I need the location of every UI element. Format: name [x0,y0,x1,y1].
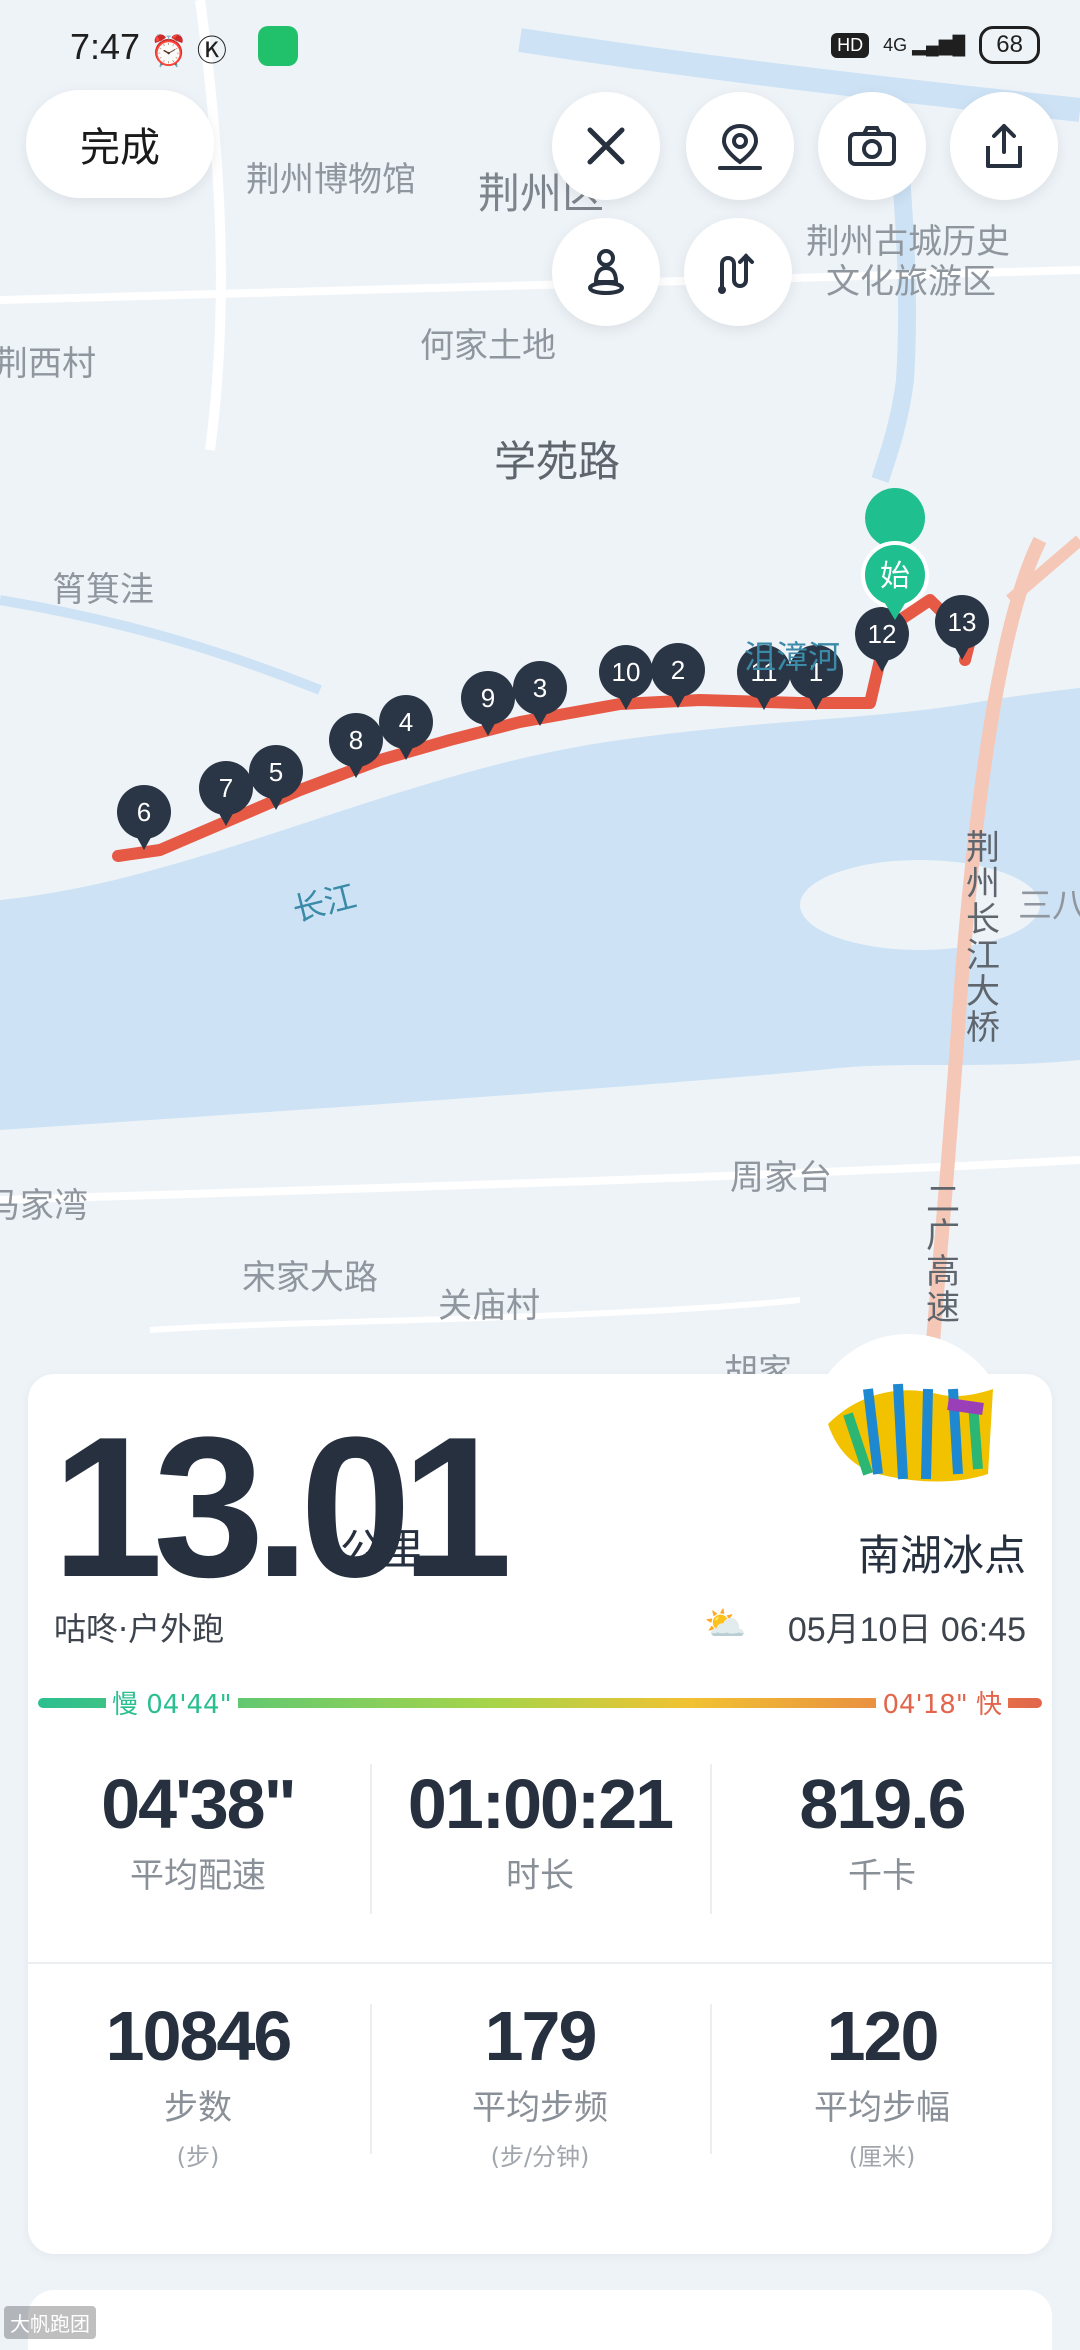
stat-avg-pace: 04'38" 平均配速 [28,1764,368,1897]
camera-button[interactable] [818,92,926,200]
person-icon [588,249,624,295]
location-pin-icon [718,123,762,170]
stat-label: 平均配速 [130,1856,266,1896]
map-label-xiyuan-road: 学苑路 [494,437,621,486]
km-marker-label: 13 [948,607,977,637]
stat-unit: (步) [176,2143,220,2171]
km-marker-label: 9 [481,683,495,713]
stat-label: 平均步幅 [814,2088,950,2128]
map-label-zhoujia: 周家台 [730,1158,832,1198]
distance-unit: 公里 [340,1525,425,1574]
close-button[interactable] [552,92,660,200]
weather-icon: ⛅ [704,1604,747,1644]
team-name: 南湖冰点 [857,1531,1026,1580]
share-button[interactable] [950,92,1058,200]
stat-value: 04'38" [101,1765,297,1843]
stat-cadence: 179 平均步频 (步/分钟) [370,1996,710,2172]
activity-datetime: 05月10日 06:45 [787,1611,1026,1649]
bottom-card-peek[interactable] [28,2290,1052,2350]
stat-value: 819.6 [799,1765,966,1843]
start-label: 始 [880,560,910,593]
route-icon [718,253,754,294]
km-marker-label: 5 [269,757,283,787]
km-marker-label: 4 [399,707,413,737]
status-bar: 7:47 ⏰ Ⓚ HD 4G ▂▄▆█ 68 [0,0,1080,90]
pace-slow-label: 慢 04'44" [106,1684,238,1721]
camera-icon [848,126,896,166]
km-marker-label: 12 [868,619,897,649]
person-view-button[interactable] [552,218,660,326]
map-label-kuangji: 筲箕洼 [52,570,154,610]
signal-icon: 4G ▂▄▆█ [883,34,966,55]
distance-value: 13.01 [52,1396,512,1619]
app-notification-icon [258,26,298,66]
summary-card: 13.01 公里 南湖冰点 咕咚·户外跑 ⛅ 05月10日 06:45 慢 04… [28,1334,1052,2254]
stat-label: 千卡 [848,1856,916,1896]
map-label-sanba: 三八 [1018,886,1080,926]
stat-calories: 819.6 千卡 [712,1764,1052,1897]
battery-indicator: 68 [979,26,1040,64]
stat-value: 10846 [105,1997,293,2075]
stat-value: 179 [484,1997,598,2075]
map-label-old-city-2: 文化旅游区 [826,262,996,302]
hd-badge: HD [831,32,870,58]
map-label-museum: 荆州博物馆 [246,160,416,200]
map-label-highway: 二广高速 [926,1180,960,1328]
pace-fast-label: 04'18" 快 [876,1684,1008,1721]
status-time: 7:47 [70,26,141,67]
start-marker: 始 [861,488,929,620]
km-marker-label: 3 [533,673,547,703]
map-label-hejia: 何家土地 [420,326,556,366]
map-label-bridge: 荆州长江大桥 [966,828,1000,1048]
km-marker-label: 6 [137,797,151,827]
route-button[interactable] [684,218,792,326]
stat-label: 时长 [506,1856,574,1896]
stat-label: 步数 [164,2088,232,2128]
map-label-majia: 马家湾 [0,1186,88,1226]
stat-stride: 120 平均步幅 (厘米) [712,1996,1052,2172]
alarm-icon: ⏰ Ⓚ [150,34,227,69]
map-label-channel: 沮漳河 [744,638,841,676]
stat-steps: 10846 步数 (步) [28,1996,368,2172]
stat-value: 120 [826,1997,940,2075]
km-marker-label: 8 [349,725,363,755]
km-marker-label: 10 [612,657,641,687]
share-icon [986,124,1022,168]
location-button[interactable] [686,92,794,200]
map-label-songjia-road: 宋家大路 [242,1258,378,1298]
done-button[interactable]: 完成 [26,90,214,198]
map-label-xicun: 荆西村 [0,344,96,384]
stat-duration: 01:00:21 时长 [370,1764,710,1897]
map-label-guanmiao: 关庙村 [438,1286,540,1326]
km-marker-label: 2 [671,655,685,685]
stat-label: 平均步频 [472,2088,608,2128]
activity-type: 咕咚·户外跑 [54,1610,225,1648]
km-marker-label: 7 [219,773,233,803]
stat-value: 01:00:21 [407,1765,674,1843]
close-icon [587,127,625,165]
watermark: 大帆跑团 [4,2306,96,2339]
stat-unit: (步/分钟) [490,2143,590,2171]
stat-unit: (厘米) [848,2143,916,2171]
team-logo [808,1334,1008,1534]
